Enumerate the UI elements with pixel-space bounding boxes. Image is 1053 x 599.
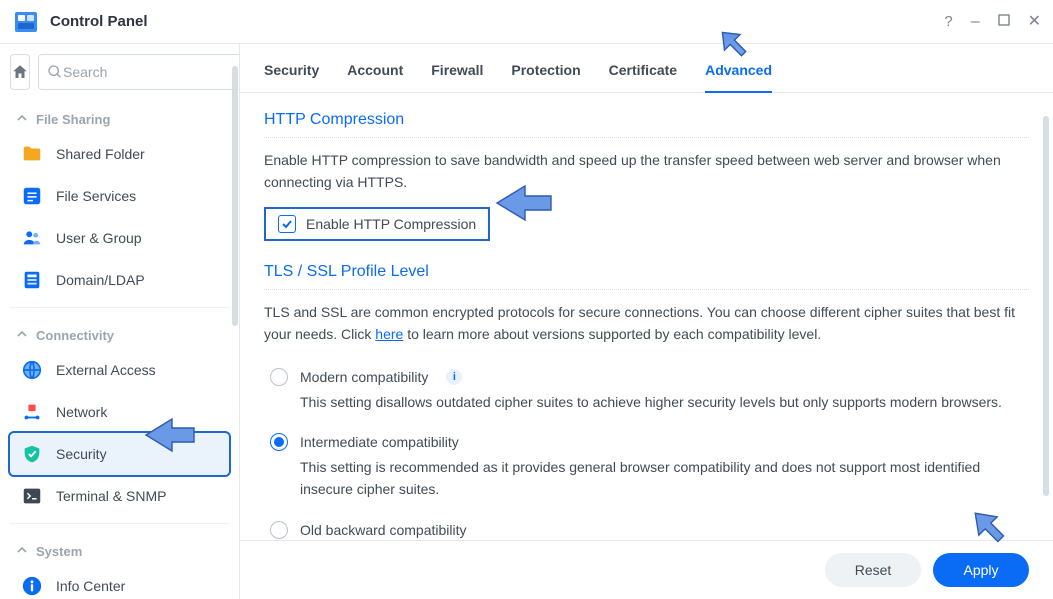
sidebar-item-security[interactable]: Security (10, 433, 229, 475)
window-controls: ? – ✕ (944, 14, 1041, 30)
sidebar-item-user-group[interactable]: User & Group (10, 217, 229, 259)
apply-button[interactable]: Apply (933, 553, 1029, 587)
info-icon[interactable]: i (446, 369, 462, 385)
checkbox-enable-http-compression[interactable]: Enable HTTP Compression (276, 213, 478, 235)
sidebar-item-label: File Services (56, 188, 136, 204)
domain-ldap-icon (20, 268, 44, 292)
window-title: Control Panel (50, 13, 148, 30)
tab-advanced[interactable]: Advanced (705, 62, 772, 92)
help-icon[interactable]: ? (944, 14, 952, 29)
sidebar-item-external-access[interactable]: External Access (10, 349, 229, 391)
tab-protection[interactable]: Protection (511, 62, 580, 92)
search-input[interactable] (63, 64, 240, 80)
main-panel: Security Account Firewall Protection Cer… (240, 44, 1053, 599)
sidebar-item-domain-ldap[interactable]: Domain/LDAP (10, 259, 229, 301)
sidebar-item-info-center[interactable]: Info Center (10, 565, 229, 599)
terminal-icon (20, 484, 44, 508)
group-system[interactable]: System (10, 530, 229, 565)
home-button[interactable] (10, 54, 30, 90)
minimize-icon[interactable]: – (971, 14, 980, 30)
shield-icon (20, 442, 44, 466)
sidebar-item-label: Domain/LDAP (56, 272, 145, 288)
footer: Reset Apply (240, 540, 1053, 599)
sidebar-scrollbar[interactable] (232, 66, 238, 326)
divider (10, 523, 229, 524)
globe-icon (20, 358, 44, 382)
divider (10, 307, 229, 308)
sidebar-item-shared-folder[interactable]: Shared Folder (10, 133, 229, 175)
folder-icon (20, 142, 44, 166)
network-icon (20, 400, 44, 424)
group-label: Connectivity (36, 328, 114, 343)
group-label: File Sharing (36, 112, 110, 127)
radio-label: Intermediate compatibility (300, 434, 459, 450)
group-label: System (36, 544, 82, 559)
title-bar: Control Panel ? – ✕ (0, 0, 1053, 44)
close-icon[interactable]: ✕ (1028, 14, 1041, 30)
info-icon (20, 574, 44, 598)
group-file-sharing[interactable]: File Sharing (10, 98, 229, 133)
radio-modern-compatibility[interactable]: Modern compatibility i (270, 368, 1029, 386)
chevron-up-icon (16, 112, 30, 127)
content-scroll[interactable]: HTTP Compression Enable HTTP compression… (240, 93, 1053, 540)
radio-label: Modern compatibility (300, 369, 428, 385)
user-group-icon (20, 226, 44, 250)
tab-security[interactable]: Security (264, 62, 319, 92)
sidebar-item-label: Security (56, 446, 107, 462)
tab-bar: Security Account Firewall Protection Cer… (240, 44, 1053, 93)
radio-icon (270, 433, 288, 451)
sidebar-item-label: User & Group (56, 230, 142, 246)
section-desc-tls: TLS and SSL are common encrypted protoco… (264, 302, 1029, 345)
group-connectivity[interactable]: Connectivity (10, 314, 229, 349)
section-title-http-compression: HTTP Compression (264, 111, 1029, 138)
tab-firewall[interactable]: Firewall (431, 62, 483, 92)
reset-button[interactable]: Reset (825, 553, 921, 587)
section-desc-http-compression: Enable HTTP compression to save bandwidt… (264, 150, 1029, 193)
radio-icon (270, 368, 288, 386)
radio-desc-modern: This setting disallows outdated cipher s… (300, 392, 1029, 414)
maximize-icon[interactable] (998, 14, 1010, 30)
section-title-tls: TLS / SSL Profile Level (264, 263, 1029, 290)
file-services-icon (20, 184, 44, 208)
checkbox-label: Enable HTTP Compression (306, 216, 476, 232)
radio-old-compatibility[interactable]: Old backward compatibility (270, 521, 1029, 539)
radio-label: Old backward compatibility (300, 522, 467, 538)
content-scrollbar[interactable] (1043, 116, 1049, 496)
sidebar: File Sharing Shared Folder File Services… (0, 44, 240, 599)
sidebar-item-label: Info Center (56, 578, 125, 594)
sidebar-item-label: Terminal & SNMP (56, 488, 166, 504)
search-icon (47, 64, 63, 80)
chevron-up-icon (16, 544, 30, 559)
chevron-up-icon (16, 328, 30, 343)
radio-icon (270, 521, 288, 539)
tls-learn-more-link[interactable]: here (375, 326, 403, 342)
sidebar-item-network[interactable]: Network (10, 391, 229, 433)
sidebar-item-terminal-snmp[interactable]: Terminal & SNMP (10, 475, 229, 517)
highlight-enable-http-compression: Enable HTTP Compression (264, 207, 490, 241)
checkbox-icon (278, 215, 296, 233)
sidebar-item-label: Network (56, 404, 107, 420)
search-box[interactable] (38, 54, 240, 90)
sidebar-item-label: External Access (56, 362, 156, 378)
tls-radio-group: Modern compatibility i This setting disa… (264, 360, 1029, 540)
app-icon (12, 8, 40, 36)
sidebar-item-label: Shared Folder (56, 146, 145, 162)
tab-account[interactable]: Account (347, 62, 403, 92)
sidebar-item-file-services[interactable]: File Services (10, 175, 229, 217)
radio-intermediate-compatibility[interactable]: Intermediate compatibility (270, 433, 1029, 451)
radio-desc-intermediate: This setting is recommended as it provid… (300, 457, 1029, 500)
tab-certificate[interactable]: Certificate (609, 62, 677, 92)
